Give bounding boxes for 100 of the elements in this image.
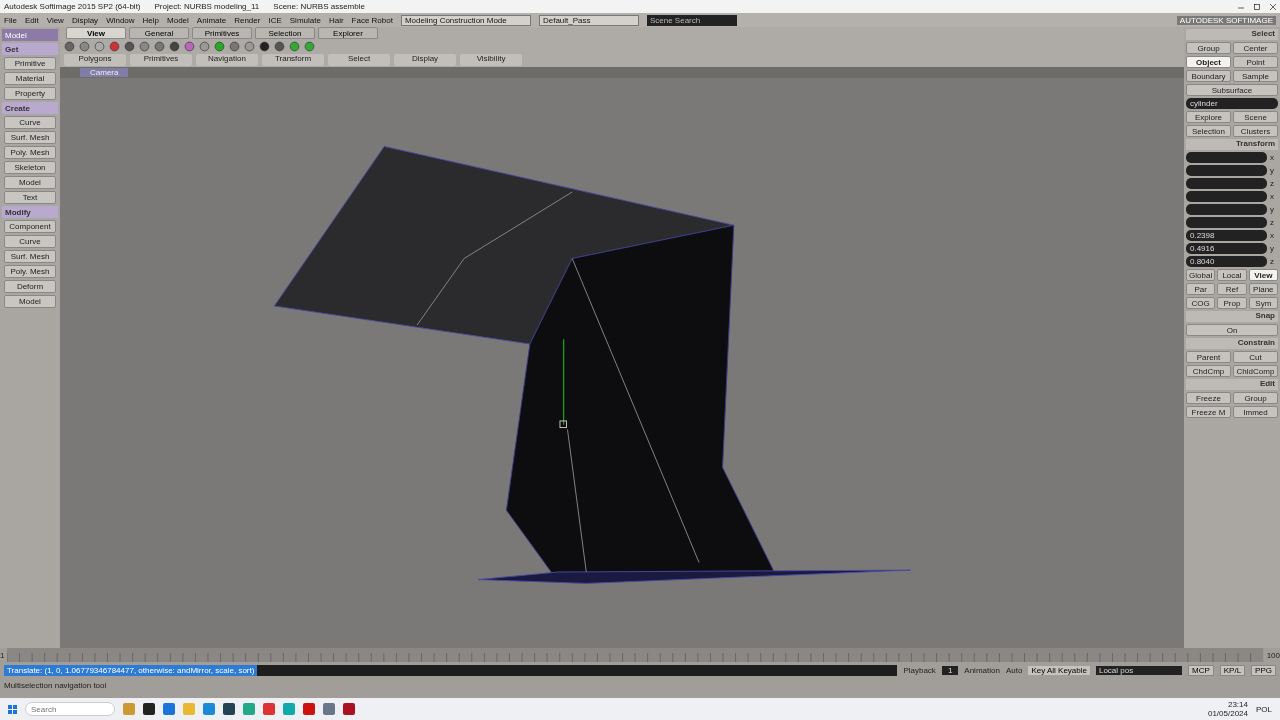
panel-button[interactable]: Text	[4, 191, 56, 204]
explore-button[interactable]: Scene	[1233, 111, 1278, 123]
panel-button[interactable]: Poly. Mesh	[4, 146, 56, 159]
select-button[interactable]: Group	[1186, 42, 1231, 54]
tool-icon[interactable]	[169, 41, 180, 52]
constrain-button[interactable]: Cut	[1233, 351, 1278, 363]
menu-item[interactable]: Display	[71, 15, 99, 25]
constrain-button[interactable]: ChldComp	[1233, 365, 1278, 377]
scene-search-field[interactable]: Scene Search	[646, 14, 737, 26]
app-icon[interactable]	[343, 703, 355, 715]
transform-field[interactable]	[1186, 152, 1267, 163]
edit-button[interactable]: Immed	[1233, 406, 1278, 418]
space-button[interactable]: Ref	[1217, 283, 1247, 295]
tool-icon[interactable]	[109, 41, 120, 52]
toolbar-tab[interactable]: Primitives	[192, 27, 252, 39]
panel-button[interactable]: Material	[4, 72, 56, 85]
toolbar-tab[interactable]: Selection	[255, 27, 315, 39]
select-button[interactable]: Boundary	[1186, 70, 1231, 82]
edit-button[interactable]: Freeze	[1186, 392, 1231, 404]
app-icon[interactable]	[223, 703, 235, 715]
camera-dropdown[interactable]: Camera	[80, 68, 129, 77]
space-button[interactable]: Sym	[1248, 297, 1278, 309]
pass-dropdown[interactable]: Default_Pass	[538, 14, 639, 26]
constrain-button[interactable]: ChdCmp	[1186, 365, 1231, 377]
space-button[interactable]: Plane	[1248, 283, 1278, 295]
space-button[interactable]: Local	[1217, 269, 1247, 281]
toolbar-tab[interactable]: View	[66, 27, 126, 39]
menu-item[interactable]: Face Robot	[351, 15, 393, 25]
menu-item[interactable]: Render	[234, 15, 261, 25]
space-button[interactable]: Prop	[1217, 297, 1247, 309]
panel-button[interactable]: Model	[4, 295, 56, 308]
panel-tab[interactable]: MCP	[1187, 664, 1214, 676]
menu-item[interactable]: Model	[167, 15, 189, 25]
space-button[interactable]: Par	[1186, 283, 1216, 295]
taskbar-search-field[interactable]: Search	[25, 702, 115, 716]
menu-item[interactable]: File	[4, 15, 17, 25]
maximize-icon[interactable]	[1254, 3, 1260, 10]
panel-button[interactable]: Model	[4, 176, 56, 189]
menu-item[interactable]: View	[46, 15, 64, 25]
mode-dropdown[interactable]: Modeling Construction Mode	[400, 14, 531, 26]
tool-icon[interactable]	[259, 41, 270, 52]
select-button[interactable]: Object	[1186, 56, 1231, 68]
menu-item[interactable]: Window	[106, 15, 135, 25]
frame-field[interactable]: 1	[941, 665, 959, 675]
tool-icon[interactable]	[64, 41, 75, 52]
menu-item[interactable]: Hair	[328, 15, 344, 25]
panel-button[interactable]: Curve	[4, 116, 56, 129]
transform-field[interactable]	[1186, 204, 1267, 215]
panel-button[interactable]: Poly. Mesh	[4, 265, 56, 278]
select-button[interactable]: Point	[1233, 56, 1278, 68]
menu-item[interactable]: Help	[142, 15, 160, 25]
snap-toggle[interactable]: On	[1186, 324, 1278, 336]
panel-tab[interactable]: PPG	[1251, 664, 1276, 676]
panel-button[interactable]: Surf. Mesh	[4, 250, 56, 263]
subsurface-button[interactable]: Subsurface	[1186, 84, 1278, 96]
app-icon[interactable]	[143, 703, 155, 715]
tool-icon[interactable]	[154, 41, 165, 52]
start-icon[interactable]	[8, 704, 17, 714]
panel-button[interactable]: Primitive	[4, 57, 56, 70]
panel-button[interactable]: Curve	[4, 235, 56, 248]
key-set-field[interactable]: Key All Keyable	[1028, 665, 1090, 675]
select-button[interactable]: Sample	[1233, 70, 1278, 82]
explore-button[interactable]: Selection	[1186, 125, 1231, 137]
panel-tab[interactable]: KP/L	[1219, 664, 1246, 676]
transform-field[interactable]	[1186, 217, 1267, 228]
transform-field[interactable]	[1186, 178, 1267, 189]
space-button[interactable]: Global	[1186, 269, 1216, 281]
select-button[interactable]: Center	[1233, 42, 1278, 54]
panel-button[interactable]: Deform	[4, 280, 56, 293]
transform-field[interactable]: 0.4916	[1186, 243, 1267, 254]
viewport[interactable]	[60, 78, 1184, 648]
edit-button[interactable]: Freeze M	[1186, 406, 1231, 418]
explore-button[interactable]: Clusters	[1233, 125, 1278, 137]
transform-field[interactable]	[1186, 191, 1267, 202]
language-indicator[interactable]: POL	[1256, 704, 1272, 714]
explore-button[interactable]: Explore	[1186, 111, 1231, 123]
tool-icon[interactable]	[274, 41, 285, 52]
space-button[interactable]: COG	[1186, 297, 1216, 309]
transform-field[interactable]: 0.2398	[1186, 230, 1267, 241]
menu-item[interactable]: Simulate	[289, 15, 321, 25]
menu-item[interactable]: ICE	[268, 15, 282, 25]
menu-item[interactable]: Edit	[24, 15, 39, 25]
mode-dropdown[interactable]: Model	[2, 29, 58, 41]
close-icon[interactable]	[1270, 3, 1276, 10]
panel-button[interactable]: Property	[4, 87, 56, 100]
edit-button[interactable]: Group	[1233, 392, 1278, 404]
panel-button[interactable]: Surf. Mesh	[4, 131, 56, 144]
constrain-button[interactable]: Parent	[1186, 351, 1231, 363]
toolbar-tab[interactable]: Explorer	[318, 27, 378, 39]
transform-field[interactable]	[1186, 165, 1267, 176]
toolbar-tab[interactable]: General	[129, 27, 189, 39]
panel-button[interactable]: Component	[4, 220, 56, 233]
object-name-field[interactable]: cylinder	[1186, 98, 1278, 109]
tool-icon[interactable]	[229, 41, 240, 52]
menu-item[interactable]: Animate	[196, 15, 227, 25]
panel-button[interactable]: Skeleton	[4, 161, 56, 174]
space-button[interactable]: View	[1248, 269, 1278, 281]
tool-icon[interactable]	[124, 41, 135, 52]
transform-field[interactable]: 0.8040	[1186, 256, 1267, 267]
key-field[interactable]: Local pos	[1095, 665, 1182, 675]
